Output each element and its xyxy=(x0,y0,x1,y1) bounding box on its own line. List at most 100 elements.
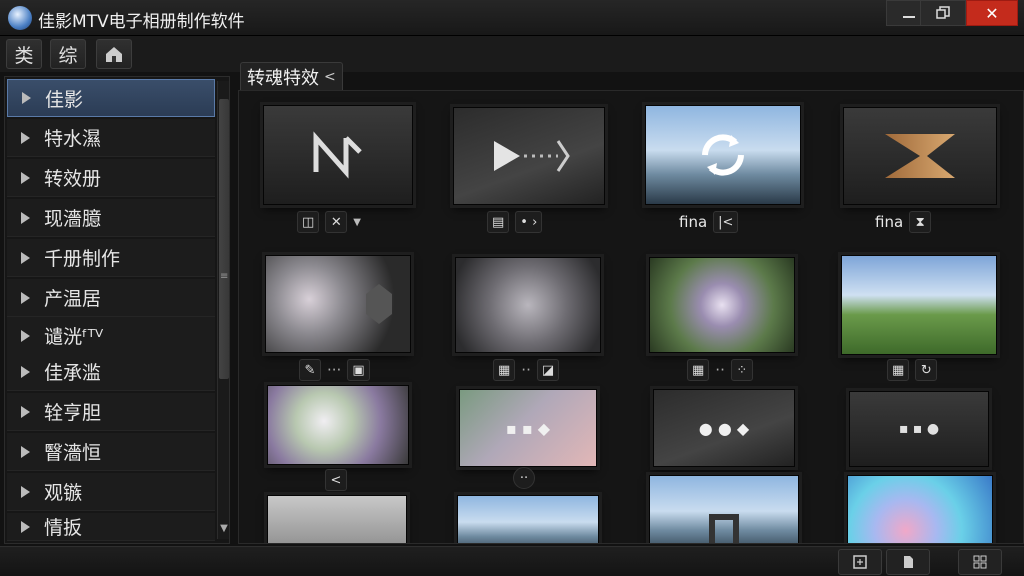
sidebar-item[interactable]: 瞖濇恒 xyxy=(7,433,215,471)
sidebar-item[interactable]: 佳承滥 xyxy=(7,353,215,391)
reload-icon[interactable]: ↻ xyxy=(915,359,938,381)
effect-thumbnail[interactable] xyxy=(649,257,795,353)
sidebar-item-label: 情扳 xyxy=(44,517,83,539)
scroll-grip-icon: ≡ xyxy=(220,271,229,282)
dots-arrow-icon: ▪ ▪ ● xyxy=(898,421,940,437)
expand-arrow-icon xyxy=(21,211,30,224)
expand-arrow-icon xyxy=(21,405,30,418)
grid-button[interactable] xyxy=(958,549,1002,575)
close-button[interactable]: ✕ xyxy=(966,0,1018,26)
sidebar-item-label: 佳承滥 xyxy=(44,362,102,384)
grid-small-icon[interactable]: ▦ xyxy=(687,359,710,381)
effect-caption-text: fina xyxy=(875,213,904,231)
category-button[interactable]: 类 xyxy=(6,39,42,69)
expand-arrow-icon xyxy=(21,485,30,498)
tab-bar: 转魂特效 < xyxy=(238,60,1024,90)
app-logo-icon xyxy=(8,6,32,30)
hourglass-icon[interactable]: ⧗ xyxy=(909,211,932,233)
effect-preview-icon[interactable]: |< xyxy=(713,211,739,233)
sidebar-item-label: 谴洸ᶠᵀⱽ xyxy=(44,326,104,348)
effect-close-icon[interactable]: ✕ xyxy=(325,211,348,233)
sidebar-item[interactable]: 特水濕 xyxy=(7,119,215,157)
effect-preview-icon[interactable]: ▤ xyxy=(487,211,510,233)
grid-small-icon[interactable]: ▦ xyxy=(887,359,910,381)
sidebar-item[interactable]: 观镞 xyxy=(7,473,215,511)
dots-icon[interactable]: ⁘ xyxy=(730,359,753,381)
bow-tie-icon xyxy=(885,134,955,178)
page-icon[interactable]: ◪ xyxy=(536,359,560,381)
effect-thumbnail[interactable] xyxy=(263,105,413,205)
sidebar-item[interactable]: 产温居 xyxy=(7,279,215,317)
arrow-dots-icon: ▪ ▪ ◆ xyxy=(505,418,551,438)
grid-small-icon[interactable]: ▦ xyxy=(493,359,516,381)
home-button[interactable] xyxy=(96,39,132,69)
page-button[interactable] xyxy=(886,549,930,575)
refresh-icon xyxy=(702,134,744,176)
sidebar-item-label: 辁亨胆 xyxy=(44,402,102,424)
sidebar-item[interactable]: 转效册 xyxy=(7,159,215,197)
effect-caption: < xyxy=(325,467,347,493)
effect-caption: ▦ ·· ◪ xyxy=(493,357,560,383)
effect-caption: fina |< xyxy=(679,209,739,235)
sidebar-item[interactable]: 情扳 xyxy=(7,513,215,541)
sidebar-item[interactable]: 现濇臆 xyxy=(7,199,215,237)
maximize-button[interactable] xyxy=(920,0,966,26)
ellipsis-icon: ·· xyxy=(521,361,531,379)
page-icon xyxy=(904,556,913,568)
sidebar-scrollbar[interactable]: ≡ ▼ xyxy=(217,81,229,539)
sidebar-item-label: 转效册 xyxy=(44,168,102,190)
scroll-down-icon[interactable]: ▼ xyxy=(218,523,230,537)
effect-caption: ▦ ·· ⁘ xyxy=(687,357,753,383)
effect-thumbnail[interactable] xyxy=(843,107,997,205)
effect-thumbnail[interactable] xyxy=(267,495,407,543)
ellipsis-icon[interactable]: ·· xyxy=(513,467,535,489)
effect-thumbnail[interactable] xyxy=(645,105,801,205)
effects-grid: ◫ ✕ ▼ ▤ • › fina |< fina ⧗ ✎ ··· ▣ ▦ ·· … xyxy=(238,90,1024,544)
composite-button[interactable]: 综 xyxy=(50,39,86,69)
effect-thumbnail[interactable] xyxy=(841,255,997,355)
frame-shape xyxy=(709,514,739,543)
scroll-thumb[interactable] xyxy=(219,99,229,379)
sidebar-item-label: 特水濕 xyxy=(44,128,102,150)
effect-more-icon[interactable]: • › xyxy=(515,211,543,233)
image-icon[interactable]: ▣ xyxy=(347,359,370,381)
category-sidebar: 佳影 特水濕 转效册 现濇臆 千册制作 产温居 谴洸ᶠᵀⱽ 佳承滥 辁亨胆 瞖濇… xyxy=(4,76,230,544)
effect-thumbnail[interactable] xyxy=(457,495,599,543)
info-button[interactable] xyxy=(838,549,882,575)
title-bar: 佳影MTV电子相册制作软件 ✕ xyxy=(0,0,1024,36)
effect-caption: ✎ ··· ▣ xyxy=(299,357,370,383)
effect-thumbnail[interactable] xyxy=(267,385,409,465)
page-curl-dots-icon: ● ● ◆ xyxy=(698,418,750,438)
sidebar-item[interactable]: 佳影 xyxy=(7,79,215,117)
effect-preview-icon[interactable]: ✎ xyxy=(299,359,321,381)
sidebar-item-label: 现濇臆 xyxy=(44,208,102,230)
expand-arrow-icon xyxy=(22,92,31,104)
sidebar-item-label: 瞖濇恒 xyxy=(44,442,102,464)
sidebar-item-label: 佳影 xyxy=(45,88,84,111)
sidebar-item[interactable]: 辁亨胆 xyxy=(7,393,215,431)
expand-arrow-icon xyxy=(21,171,30,184)
sidebar-item-label: 产温居 xyxy=(44,288,102,310)
effect-thumbnail[interactable] xyxy=(847,475,993,543)
effect-thumbnail[interactable]: ● ● ◆ xyxy=(653,389,795,467)
expand-arrow-icon xyxy=(21,365,30,378)
expand-arrow-icon xyxy=(21,445,30,458)
chevron-left-icon[interactable]: < xyxy=(325,469,347,491)
dropdown-arrow-icon[interactable]: ▼ xyxy=(353,217,361,228)
restore-icon xyxy=(936,6,950,19)
effect-thumbnail[interactable] xyxy=(455,257,601,353)
ellipsis-icon: ··· xyxy=(327,361,342,379)
effect-preview-icon[interactable]: ◫ xyxy=(297,211,320,233)
effect-thumbnail[interactable] xyxy=(649,475,799,543)
effect-thumbnail[interactable]: ▪ ▪ ● xyxy=(849,391,989,467)
effect-thumbnail[interactable] xyxy=(453,107,605,205)
expand-arrow-icon xyxy=(21,251,30,264)
effect-caption: ·· xyxy=(513,465,535,491)
home-lock-icon xyxy=(106,47,122,62)
effect-thumbnail[interactable] xyxy=(265,255,411,353)
sidebar-item[interactable]: 千册制作 xyxy=(7,239,215,277)
tab-transition-effects[interactable]: 转魂特效 < xyxy=(240,62,343,90)
ellipsis-icon: ·· xyxy=(715,361,725,379)
effect-thumbnail[interactable]: ▪ ▪ ◆ xyxy=(459,389,597,467)
sidebar-item[interactable]: 谴洸ᶠᵀⱽ xyxy=(7,317,215,355)
